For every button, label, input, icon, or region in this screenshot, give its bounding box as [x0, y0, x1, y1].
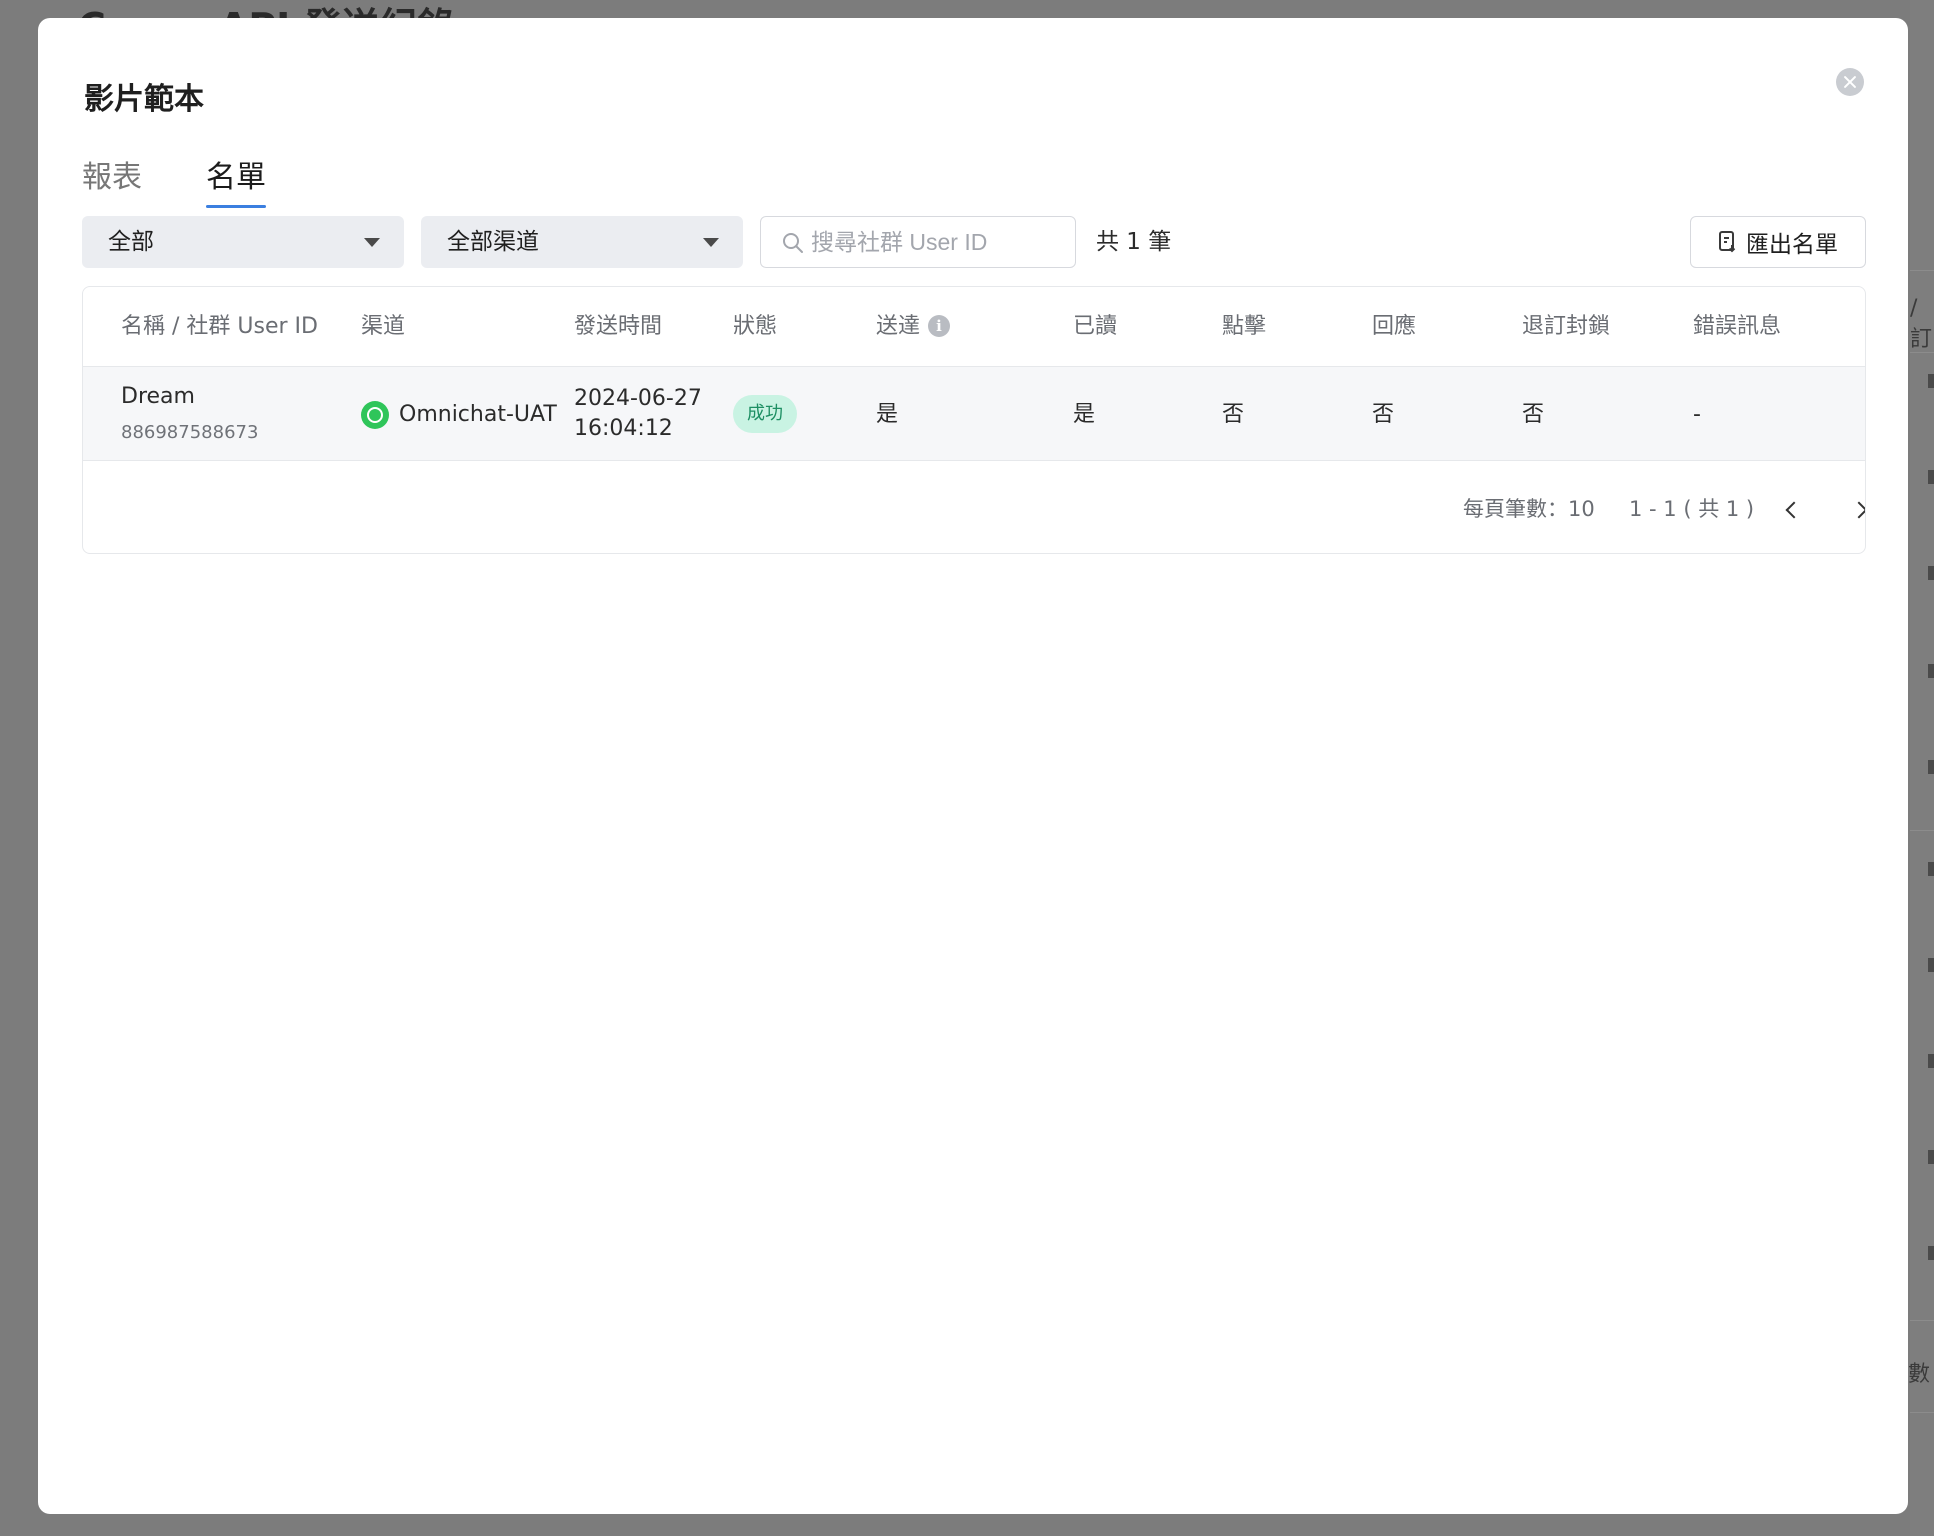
close-icon[interactable] [1836, 68, 1864, 96]
table-header: 名稱 / 社群 User ID 渠道 發送時間 狀態 送達 i 已讀 點擊 回應 … [83, 287, 1865, 367]
chevron-left-icon[interactable] [1777, 495, 1805, 523]
background-mark [1928, 1150, 1934, 1164]
export-list-label: 匯出名單 [1746, 232, 1838, 258]
caret-down-icon [703, 238, 719, 247]
background-mark [1928, 470, 1934, 484]
modal-title: 影片範本 [84, 82, 204, 117]
background-divider [1910, 270, 1934, 271]
background-mark [1928, 374, 1934, 388]
background-mark [1928, 958, 1934, 972]
sent-date: 2024-06-27 [574, 386, 702, 411]
background-mark [1928, 862, 1934, 876]
unsubscribed-value: 否 [1522, 402, 1545, 427]
column-header-channel: 渠道 [361, 314, 406, 339]
tab-report[interactable]: 報表 [82, 158, 142, 208]
background-mark [1928, 760, 1934, 774]
clicked-value: 否 [1222, 402, 1245, 427]
background-divider [1910, 1320, 1934, 1321]
background-mark [1928, 1054, 1934, 1068]
pagination: 每頁筆數：10 1 - 1 ( 共 1 ) [83, 461, 1865, 553]
column-header-unsubscribed: 退訂封鎖 [1522, 314, 1611, 339]
recipient-user-id: 886987588673 [121, 422, 259, 443]
background-mark [1928, 566, 1934, 580]
column-header-replied: 回應 [1372, 314, 1417, 339]
channel-select[interactable]: 全部渠道 [421, 216, 743, 268]
search-user-id-input[interactable] [811, 225, 1061, 259]
whatsapp-icon [361, 401, 389, 429]
video-template-modal: 影片範本 報表 名單 全部 全部渠道 共 1 筆 匯出名單 名稱 / 社群 Us… [38, 18, 1908, 1514]
background-mark [1928, 1246, 1934, 1260]
chevron-right-icon[interactable] [1847, 495, 1865, 523]
column-header-name: 名稱 / 社群 User ID [121, 314, 318, 339]
export-file-icon [1719, 231, 1736, 253]
sent-time: 16:04:12 [574, 416, 673, 441]
column-header-read: 已讀 [1073, 314, 1118, 339]
info-icon[interactable]: i [928, 315, 951, 337]
modal-tabs: 報表 名單 [82, 158, 266, 208]
background-divider [1910, 830, 1934, 831]
export-list-button[interactable]: 匯出名單 [1690, 216, 1866, 268]
page-range: 1 - 1 ( 共 1 ) [1629, 497, 1755, 521]
column-header-delivered: 送達 i [876, 313, 951, 341]
status-select[interactable]: 全部 [82, 216, 404, 268]
caret-down-icon [364, 238, 380, 247]
column-header-delivered-label: 送達 [876, 314, 921, 339]
search-box [760, 216, 1076, 268]
column-header-status: 狀態 [733, 314, 778, 339]
error-value: - [1693, 402, 1701, 427]
search-icon [783, 233, 803, 253]
recipient-name: Dream [121, 384, 195, 409]
background-divider [1910, 352, 1934, 353]
background-right-text: / 訂 [1910, 296, 1933, 352]
recipient-table: 名稱 / 社群 User ID 渠道 發送時間 狀態 送達 i 已讀 點擊 回應 … [82, 286, 1866, 554]
total-count: 共 1 筆 [1096, 229, 1172, 255]
column-header-clicked: 點擊 [1222, 314, 1267, 339]
read-value: 是 [1073, 402, 1096, 427]
channel-select-value: 全部渠道 [447, 229, 539, 255]
table-row[interactable]: Dream 886987588673 Omnichat-UAT 2024-06-… [83, 367, 1865, 461]
channel-name: Omnichat-UAT [399, 402, 557, 427]
status-select-value: 全部 [108, 229, 154, 255]
status-badge: 成功 [733, 395, 797, 433]
column-header-error: 錯誤訊息 [1693, 314, 1782, 339]
per-page-selector[interactable]: 每頁筆數：10 [1463, 495, 1595, 523]
background-mark [1928, 664, 1934, 678]
column-header-sent-time: 發送時間 [574, 314, 663, 339]
delivered-value: 是 [876, 402, 899, 427]
background-right-count: 數 [1908, 1362, 1931, 1387]
background-divider [1910, 1412, 1934, 1413]
replied-value: 否 [1372, 402, 1395, 427]
tab-list[interactable]: 名單 [206, 158, 266, 208]
